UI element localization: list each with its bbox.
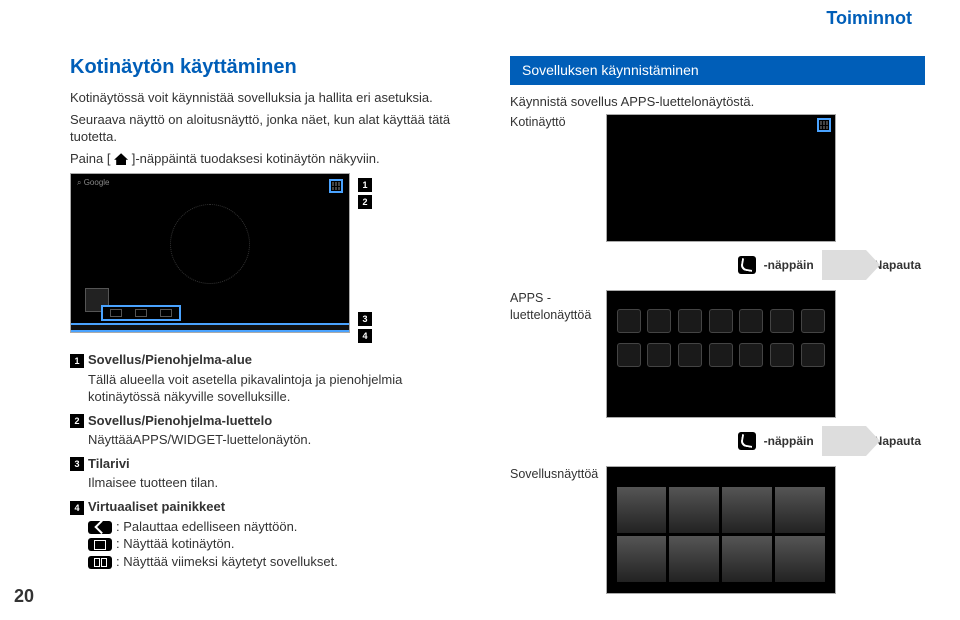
back-label-2: -näppäin <box>764 433 814 449</box>
p3-post: ]-näppäintä tuodaksesi kotinäytön näkyvi… <box>132 151 380 166</box>
legend-1-desc: Tällä alueella voit asetella pikavalinto… <box>70 371 470 406</box>
home-screenshot: ⌕ Google <box>70 173 350 333</box>
label-appview: Sovellusnäyttöä <box>510 466 602 483</box>
left-column: Kotinäytön käyttäminen Kotinäytössä voit… <box>70 54 470 576</box>
back-icon <box>738 432 756 450</box>
back-key-icon <box>88 521 112 534</box>
p3-pre: Paina [ <box>70 151 114 166</box>
recent-key-icon <box>88 556 112 569</box>
label-apps-a: APPS - <box>510 291 551 305</box>
tap-label: Napauta <box>874 257 921 273</box>
section-header: Toiminnot <box>826 6 912 30</box>
page-number: 20 <box>14 584 34 608</box>
home-screen-thumb <box>606 114 836 242</box>
home-key-icon <box>88 538 112 551</box>
legend-4-home-text: : Näyttää kotinäytön. <box>116 536 235 551</box>
callout-stack-bottom: 3 4 <box>358 312 372 343</box>
legend: 1 Sovellus/Pienohjelma-alue Tällä alueell… <box>70 351 470 570</box>
legend-1-title: Sovellus/Pienohjelma-alue <box>88 352 252 367</box>
legend-3-desc: Ilmaisee tuotteen tilan. <box>70 474 470 492</box>
intro-p3: Paina [ ]-näppäintä tuodaksesi kotinäytö… <box>70 150 470 168</box>
callout-4: 4 <box>358 329 372 343</box>
legend-item-4: 4 Virtuaaliset painikkeet : Palauttaa ede… <box>70 498 470 570</box>
label-apps: APPS - luettelonäyttöä <box>510 290 602 324</box>
legend-num-4: 4 <box>70 501 84 515</box>
action-row-2: -näppäin Napauta <box>510 426 925 456</box>
tap-label-2: Napauta <box>874 433 921 449</box>
legend-item-3: 3 Tilarivi Ilmaisee tuotteen tilan. <box>70 455 470 492</box>
home-icon <box>114 153 128 165</box>
apps-grid-icon <box>329 179 343 193</box>
section-bar: Sovelluksen käynnistäminen <box>510 56 925 85</box>
nav-bar-highlight <box>101 305 181 321</box>
callout-1: 1 <box>358 178 372 192</box>
status-bar-highlight <box>71 323 349 332</box>
apps-grid-icon <box>817 118 831 132</box>
apps-screen-thumb <box>606 290 836 418</box>
legend-3-title: Tilarivi <box>88 456 130 471</box>
app-row-2 <box>617 343 825 367</box>
back-label: -näppäin <box>764 257 814 273</box>
legend-num-3: 3 <box>70 457 84 471</box>
gallery-grid <box>607 467 835 588</box>
callout-2: 2 <box>358 195 372 209</box>
legend-num-2: 2 <box>70 414 84 428</box>
right-column: Sovelluksen käynnistäminen Käynnistä sov… <box>510 56 925 594</box>
right-intro: Käynnistä sovellus APPS-luettelonäytöstä… <box>510 93 925 111</box>
action-row-1: -näppäin Napauta <box>510 250 925 280</box>
legend-4-title: Virtuaaliset painikkeet <box>88 499 225 514</box>
legend-4-recent: : Näyttää viimeksi käytetyt sovellukset. <box>88 553 470 571</box>
legend-4-home: : Näyttää kotinäytön. <box>88 535 470 553</box>
legend-4-back-text: : Palauttaa edelliseen näyttöön. <box>116 519 297 534</box>
legend-item-2: 2 Sovellus/Pienohjelma-luettelo NäyttääAP… <box>70 412 470 449</box>
arrow-icon <box>822 250 866 280</box>
row-home: Kotinäyttö <box>510 114 925 242</box>
legend-num-1: 1 <box>70 354 84 368</box>
intro-p1: Kotinäytössä voit käynnistää sovelluksia… <box>70 89 470 107</box>
callout-3: 3 <box>358 312 372 326</box>
clock-widget-icon <box>170 204 250 284</box>
app-screen-thumb <box>606 466 836 594</box>
back-icon <box>738 256 756 274</box>
search-icon: ⌕ Google <box>77 178 110 189</box>
intro-p2: Seuraava näyttö on aloitusnäyttö, jonka … <box>70 111 470 146</box>
legend-item-1: 1 Sovellus/Pienohjelma-alue Tällä alueell… <box>70 351 470 406</box>
legend-4-back: : Palauttaa edelliseen näyttöön. <box>88 518 470 536</box>
callout-stack-top: 1 2 <box>358 178 372 209</box>
legend-4-recent-text: : Näyttää viimeksi käytetyt sovellukset. <box>116 554 338 569</box>
app-row-1 <box>617 309 825 333</box>
row-apps: APPS - luettelonäyttöä <box>510 290 925 418</box>
row-app-screen: Sovellusnäyttöä <box>510 466 925 594</box>
label-apps-b: luettelonäyttöä <box>510 308 591 322</box>
label-home: Kotinäyttö <box>510 114 602 131</box>
legend-2-desc: NäyttääAPPS/WIDGET-luettelonäytön. <box>70 431 470 449</box>
arrow-icon <box>822 426 866 456</box>
page-title: Kotinäytön käyttäminen <box>70 54 470 81</box>
legend-2-title: Sovellus/Pienohjelma-luettelo <box>88 413 272 428</box>
